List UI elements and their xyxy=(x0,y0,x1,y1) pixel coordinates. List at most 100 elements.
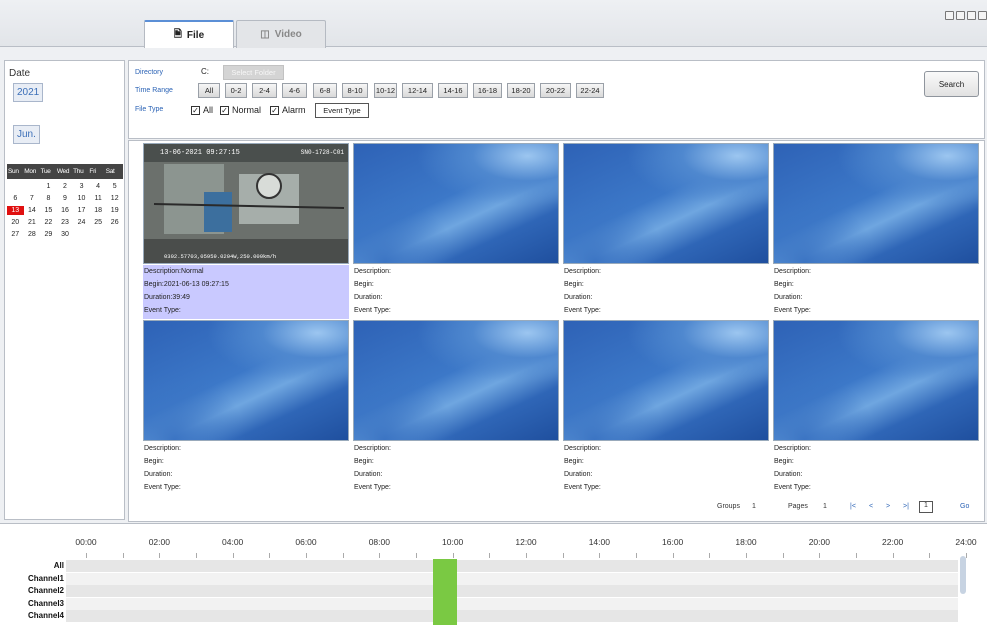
file-thumbnail[interactable] xyxy=(143,320,349,441)
calendar-day[interactable]: 1 xyxy=(40,182,57,191)
calendar-day[interactable]: 26 xyxy=(106,218,123,227)
file-card[interactable]: Description: Begin: Duration: Event Type: xyxy=(771,318,981,496)
timeline[interactable]: 00:00 02:00 04:00 06:00 08:00 10:00 12:00 14:00… xyxy=(0,523,987,639)
calendar-day[interactable]: 24 xyxy=(73,218,90,227)
file-thumbnail[interactable] xyxy=(773,320,979,441)
time-range-button[interactable]: 6-8 xyxy=(313,83,337,98)
channel-track[interactable] xyxy=(66,572,958,585)
time-range-button[interactable]: All xyxy=(198,83,220,98)
file-thumbnail[interactable] xyxy=(773,143,979,264)
channel-track[interactable] xyxy=(66,560,958,572)
file-card[interactable]: Description: Begin: Duration: Event Type: xyxy=(141,318,351,496)
time-range-button[interactable]: 2-4 xyxy=(252,83,277,98)
time-range-button[interactable]: 20-22 xyxy=(540,83,571,98)
recording-segment[interactable] xyxy=(432,559,457,625)
file-description: Description: xyxy=(354,445,391,452)
checkbox-all[interactable]: ✓ All xyxy=(191,105,213,115)
timeline-scrollbar[interactable] xyxy=(960,556,966,594)
checkbox-normal[interactable]: ✓ Normal xyxy=(220,105,261,115)
channel-track[interactable] xyxy=(66,597,958,610)
channel-label[interactable]: Channel4 xyxy=(0,611,64,620)
file-card[interactable]: Description: Begin: Duration: Event Type: xyxy=(561,141,771,319)
go-button[interactable]: Go xyxy=(960,503,969,510)
file-card[interactable]: Description: Begin: Duration: Event Type: xyxy=(771,141,981,319)
calendar-day[interactable]: 28 xyxy=(24,230,41,239)
time-range-button[interactable]: 14-16 xyxy=(438,83,468,98)
channel-track[interactable] xyxy=(66,585,958,597)
last-page-button[interactable]: >| xyxy=(903,503,909,510)
weekday-label: Tue xyxy=(40,168,51,175)
calendar-day[interactable]: 27 xyxy=(7,230,24,239)
file-card[interactable]: Description: Begin: Duration: Event Type: xyxy=(561,318,771,496)
channel-track[interactable] xyxy=(66,610,958,622)
calendar-day[interactable]: 23 xyxy=(57,218,74,227)
channel-label[interactable]: Channel3 xyxy=(0,599,64,608)
tab-file[interactable]: 🗎 File xyxy=(144,20,234,48)
calendar-day[interactable]: 8 xyxy=(40,194,57,203)
calendar-day[interactable]: 2 xyxy=(57,182,74,191)
file-card[interactable]: Description: Begin: Duration: Event Type: xyxy=(351,318,561,496)
checkbox-all-box[interactable]: ✓ xyxy=(191,105,200,115)
calendar-day[interactable]: 29 xyxy=(40,230,57,239)
checkbox-normal-box[interactable]: ✓ xyxy=(220,105,229,115)
calendar-day[interactable]: 15 xyxy=(40,206,57,215)
year-selector[interactable]: 2021 xyxy=(13,83,44,102)
channel-label[interactable]: Channel1 xyxy=(0,574,64,583)
calendar-day[interactable]: 25 xyxy=(90,218,107,227)
pin-icon[interactable] xyxy=(945,11,954,20)
file-thumbnail[interactable] xyxy=(353,143,559,264)
month-selector[interactable]: Jun. xyxy=(13,125,40,144)
calendar-day[interactable]: 19 xyxy=(106,206,123,215)
calendar-day[interactable]: 12 xyxy=(106,194,123,203)
tab-video[interactable]: ◫ Video xyxy=(236,20,326,48)
page-input[interactable]: 1 xyxy=(919,501,933,513)
time-range-button[interactable]: 12-14 xyxy=(402,83,433,98)
calendar-day[interactable]: 3 xyxy=(73,182,90,191)
calendar-day[interactable]: 10 xyxy=(73,194,90,203)
minimize-icon[interactable] xyxy=(956,11,965,20)
calendar-day[interactable]: 4 xyxy=(90,182,107,191)
time-range-button[interactable]: 4-6 xyxy=(282,83,307,98)
calendar-day[interactable]: 20 xyxy=(7,218,24,227)
calendar-day[interactable]: 17 xyxy=(73,206,90,215)
calendar-day[interactable]: 30 xyxy=(57,230,74,239)
calendar-day[interactable]: 16 xyxy=(57,206,74,215)
calendar-day[interactable]: 21 xyxy=(24,218,41,227)
file-card[interactable]: Description: Begin: Duration: Event Type: xyxy=(351,141,561,319)
time-range-button[interactable]: 22-24 xyxy=(576,83,604,98)
calendar-day[interactable]: 6 xyxy=(7,194,24,203)
close-icon[interactable] xyxy=(978,11,987,20)
next-page-button[interactable]: > xyxy=(886,503,890,510)
event-type-button[interactable]: Event Type xyxy=(315,103,369,118)
calendar-day[interactable]: 9 xyxy=(57,194,74,203)
time-range-button[interactable]: 16-18 xyxy=(473,83,502,98)
calendar-day[interactable]: 5 xyxy=(106,182,123,191)
file-thumbnail[interactable] xyxy=(353,320,559,441)
timeline-tick-mark xyxy=(526,553,527,558)
file-card[interactable]: 13-06-2021 09:27:15 SN0-1728-C01 0302.5770… xyxy=(141,141,351,319)
calendar-day[interactable]: 14 xyxy=(24,206,41,215)
file-thumbnail[interactable]: 13-06-2021 09:27:15 SN0-1728-C01 0302.5770… xyxy=(143,143,349,264)
time-range-button[interactable]: 10-12 xyxy=(374,83,397,98)
calendar-day[interactable]: 18 xyxy=(90,206,107,215)
timeline-tick-mark xyxy=(892,553,894,558)
calendar-day[interactable]: 22 xyxy=(40,218,57,227)
calendar-day[interactable]: 13 xyxy=(7,206,24,215)
search-button[interactable]: Search xyxy=(924,71,979,97)
time-range-button[interactable]: 18-20 xyxy=(507,83,535,98)
channel-label[interactable]: Channel2 xyxy=(0,586,64,595)
maximize-icon[interactable] xyxy=(967,11,976,20)
calendar-day[interactable]: 11 xyxy=(90,194,107,203)
file-thumbnail[interactable] xyxy=(563,143,769,264)
time-range-button[interactable]: 0-2 xyxy=(225,83,247,98)
file-thumbnail[interactable] xyxy=(563,320,769,441)
first-page-button[interactable]: |< xyxy=(850,503,856,510)
select-folder-button[interactable]: Select Folder xyxy=(223,65,284,80)
channel-label[interactable]: All xyxy=(0,561,64,570)
checkbox-alarm-box[interactable]: ✓ xyxy=(270,105,279,115)
calendar-day[interactable]: 7 xyxy=(24,194,41,203)
file-metadata: Description: Begin: Duration: Event Type: xyxy=(143,442,349,496)
checkbox-alarm[interactable]: ✓ Alarm xyxy=(270,105,306,115)
time-range-button[interactable]: 8-10 xyxy=(342,83,368,98)
prev-page-button[interactable]: < xyxy=(869,503,873,510)
